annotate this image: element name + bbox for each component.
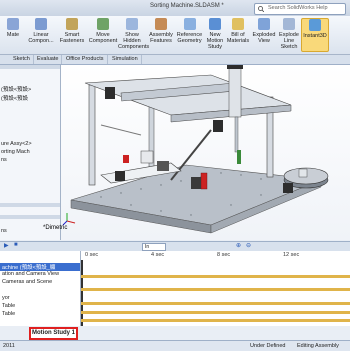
list-item[interactable]: Cameras and Scene	[2, 279, 52, 285]
command-tabs: Sketch Evaluate Office Products Simulati…	[0, 55, 350, 65]
panel-divider	[0, 65, 60, 69]
time-tick: 8 sec	[217, 252, 231, 258]
axis-triad	[62, 213, 76, 226]
timeline-bar[interactable]	[81, 302, 350, 305]
panel-divider	[0, 203, 60, 207]
show-hidden-icon	[126, 18, 138, 30]
list-item[interactable]: achine (預設<預設_顯	[0, 263, 80, 271]
status-version: 2011	[3, 343, 15, 349]
command-ribbon: Mate Linear Compon... Smart Fasteners Mo…	[0, 16, 350, 55]
tree-item[interactable]: ure Assy<2>	[1, 141, 32, 147]
timeline-bar[interactable]	[81, 311, 350, 314]
tab-simulation[interactable]: Simulation	[109, 55, 142, 64]
move-component-button[interactable]: Move Component	[88, 18, 118, 44]
assembly-features-icon	[155, 18, 167, 30]
mate-icon	[7, 18, 19, 30]
reference-geometry-button[interactable]: Reference Geometry	[175, 18, 204, 44]
time-tick: 12 sec	[283, 252, 300, 258]
smart-fasteners-button[interactable]: Smart Fasteners	[58, 18, 86, 44]
linear-pattern-button[interactable]: Linear Compon...	[26, 18, 56, 44]
zoom-select[interactable]: In	[142, 243, 166, 251]
tree-item[interactable]: ns	[1, 157, 7, 163]
tree-item[interactable]: ns	[1, 228, 7, 234]
tab-sketch[interactable]: Sketch	[10, 55, 34, 64]
instant3d-button[interactable]: Instant3D	[301, 18, 329, 52]
exploded-view-icon	[258, 18, 270, 30]
tab-office-products[interactable]: Office Products	[63, 55, 108, 64]
reference-geometry-icon	[183, 18, 196, 30]
tree-item[interactable]: orting Mach	[1, 149, 30, 155]
explode-line-sketch-icon	[283, 18, 295, 30]
time-tick: 0 sec	[85, 252, 99, 258]
motion-study-tab[interactable]: Motion Study 1	[29, 327, 78, 340]
panel-divider	[0, 215, 60, 219]
list-item[interactable]: Table	[2, 303, 15, 309]
time-tick: 4 sec	[151, 252, 165, 258]
view-orientation-label: *Dimetric	[43, 225, 68, 231]
feature-tree-panel: (預設<預設> (預設<預設 ure Assy<2> orting Mach n…	[0, 65, 61, 240]
machine-model[interactable]	[61, 63, 350, 240]
show-hidden-button[interactable]: Show Hidden Components	[118, 18, 149, 50]
title-bar: Sorting Machine.SLDASM * Search SolidWor…	[0, 0, 350, 17]
motion-tree: achine (預設<預設_顯 ation and Camera View Ca…	[0, 251, 81, 326]
list-item[interactable]: Table	[2, 311, 15, 317]
smart-fasteners-icon	[66, 18, 78, 30]
tab-evaluate[interactable]: Evaluate	[34, 55, 63, 64]
tree-item[interactable]: (預設<預設>	[1, 85, 31, 93]
tree-item[interactable]: (預設<預設	[1, 94, 28, 102]
search-input[interactable]: Search SolidWorks Help	[254, 3, 346, 15]
list-item[interactable]: ation and Camera View	[2, 271, 59, 277]
new-motion-study-button[interactable]: New Motion Study	[205, 18, 225, 50]
move-component-icon	[97, 18, 109, 30]
stop-icon[interactable]: ■	[14, 242, 18, 248]
instant3d-icon	[309, 19, 321, 31]
search-placeholder: Search SolidWorks Help	[268, 5, 328, 11]
time-cursor[interactable]	[81, 260, 83, 326]
status-definition: Under Defined	[250, 343, 286, 349]
assembly-features-button[interactable]: Assembly Features	[148, 18, 174, 44]
mate-button[interactable]: Mate	[2, 18, 24, 38]
linear-pattern-icon	[35, 18, 47, 30]
timeline-bar[interactable]	[81, 319, 350, 322]
exploded-view-button[interactable]: Exploded View	[252, 18, 276, 44]
zoom-in-icon[interactable]: ⊕	[236, 242, 241, 249]
bill-of-materials-button[interactable]: Bill of Materials	[226, 18, 250, 44]
status-mode: Editing Assembly	[297, 343, 339, 349]
explode-line-sketch-button[interactable]: Explode Line Sketch	[278, 18, 300, 50]
zoom-out-icon[interactable]: ⊖	[246, 242, 251, 249]
new-motion-study-icon	[209, 18, 221, 30]
search-icon	[258, 6, 264, 12]
timeline-area[interactable]: 0 sec 4 sec 8 sec 12 sec	[81, 251, 350, 326]
timeline-bar[interactable]	[81, 288, 350, 291]
list-item[interactable]: yor	[2, 295, 10, 301]
window-title: Sorting Machine.SLDASM *	[150, 3, 224, 9]
bill-of-materials-icon	[232, 18, 244, 30]
timeline-bar[interactable]	[81, 275, 350, 278]
play-icon[interactable]: ▶	[4, 242, 9, 249]
status-bar: 2011 Under Defined Editing Assembly	[0, 340, 350, 351]
graphics-viewport[interactable]	[61, 63, 350, 240]
